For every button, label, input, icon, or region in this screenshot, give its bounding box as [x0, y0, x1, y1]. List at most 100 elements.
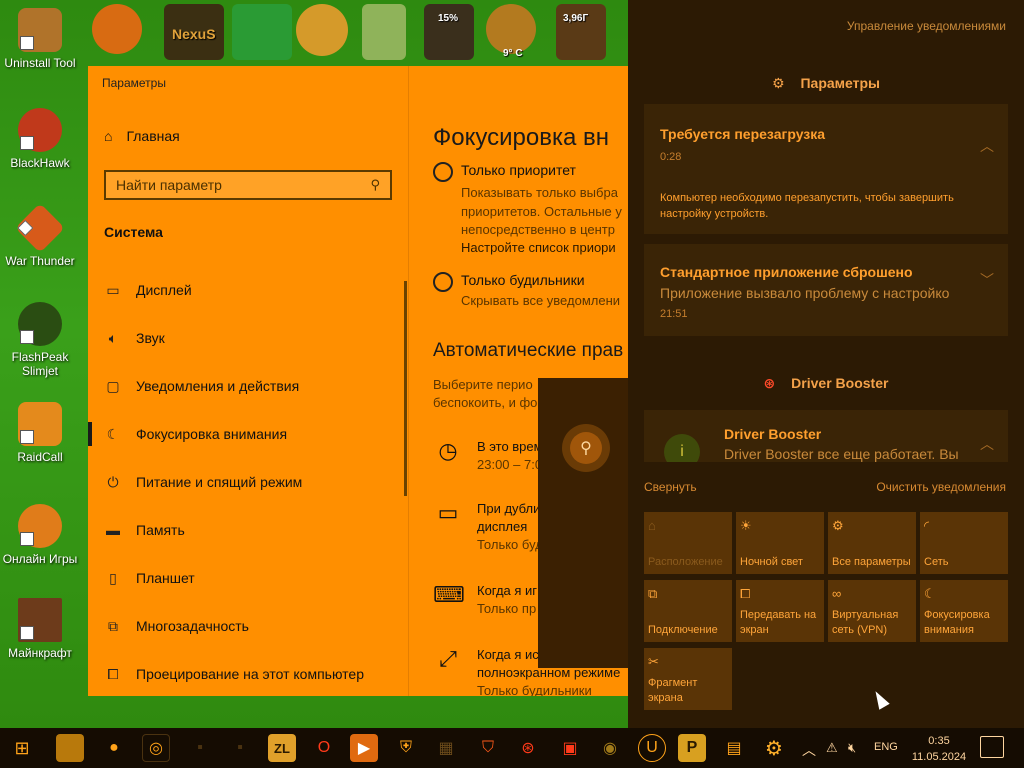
unity-icon[interactable]: U [638, 734, 666, 762]
rule-title-2: дисплея [477, 519, 528, 534]
radio-circle [433, 162, 453, 182]
search-button[interactable]: ⚲ [562, 424, 610, 472]
opera-icon[interactable]: O [310, 734, 338, 762]
settings-search-input[interactable]: Найти параметр ⚲ [104, 170, 392, 200]
nav-item-label: Планшет [136, 570, 195, 586]
nav-scrollbar[interactable] [404, 281, 407, 496]
rule-time-range[interactable]: ◷ В это врем 23:00 – 7:0 [433, 438, 543, 474]
notification-body-line: Компьютер необходимо перезапустить, чтоб… [660, 192, 954, 204]
rule-duplicating-display[interactable]: ▭ При дубли дисплея Только буд [433, 500, 543, 554]
nav-home-label: Главная [126, 128, 180, 144]
app-icon-dark-2[interactable]: ▪ [226, 734, 254, 762]
nav-home[interactable]: ⌂ Главная [104, 128, 180, 144]
chevron-up-icon[interactable]: ︿ [980, 434, 994, 454]
clock-gadget-icon[interactable] [296, 4, 348, 56]
notification-default-app-reset[interactable]: Стандартное приложение сброшено ﹀ Прилож… [644, 244, 1008, 336]
notification-restart[interactable]: Требуется перезагрузка ︿ 0:28 Компьютер … [644, 104, 1008, 234]
desktop-icon-raidcall[interactable]: RaidCall [0, 402, 80, 464]
start-button[interactable]: ⊞ [8, 734, 36, 762]
notification-title: Требуется перезагрузка [660, 126, 826, 142]
active-indicator [88, 422, 92, 446]
radio-alarms-only[interactable]: Только будильники [433, 272, 585, 292]
chrome-icon[interactable]: ◎ [142, 734, 170, 762]
clipboard-icon[interactable]: ▤ [720, 734, 748, 762]
quick-action-night-light[interactable]: ☀ Ночной свет [736, 512, 824, 574]
p-app-icon[interactable]: P [678, 734, 706, 762]
notification-center-icon[interactable] [980, 736, 1004, 758]
nav-item-notifications[interactable]: ▢ Уведомления и действия [104, 374, 394, 398]
video-recorder-icon[interactable]: ▣ [556, 734, 584, 762]
gamepad-taskbar-icon[interactable]: ◉ [596, 734, 624, 762]
zl-app-icon[interactable]: ZL [268, 734, 296, 762]
desktop-icon-slimjet[interactable]: FlashPeak Slimjet [0, 302, 80, 378]
notification-time: 0:28 [660, 151, 682, 163]
nav-item-tablet[interactable]: ▯ Планшет [104, 566, 394, 590]
quick-action-screen-snip[interactable]: ✂ Фрагмент экрана [644, 648, 732, 710]
sun-icon: ☀ [740, 518, 752, 533]
gamepad-icon: ⌨ [433, 582, 465, 607]
app-icon-dark-3[interactable]: ▦ [432, 734, 460, 762]
radio-label: Только будильники [461, 272, 585, 288]
slimjet-icon [18, 302, 62, 346]
language-indicator[interactable]: ENG [874, 741, 898, 753]
desktop-icon-online-games[interactable]: Онлайн Игры [0, 504, 80, 566]
nexus-logo-text: NexuS [172, 26, 216, 42]
notification-title: Driver Booster [724, 426, 822, 442]
chevron-up-icon[interactable]: ︿ [802, 740, 816, 760]
recycle-bin-icon[interactable] [362, 4, 406, 60]
quick-action-network[interactable]: ◜ Сеть [920, 512, 1008, 574]
rule-gaming[interactable]: ⌨ Когда я иг Только пр [433, 582, 537, 618]
radiation-icon[interactable] [92, 4, 142, 54]
nav-item-label: Проецирование на этот компьютер [136, 666, 364, 682]
desktop-icon-minecraft[interactable]: Майнкрафт [0, 598, 80, 660]
nav-item-sound[interactable]: 🔈︎ Звук [104, 326, 394, 350]
volume-muted-icon[interactable]: 🔇︎ [848, 740, 856, 756]
radio-priority-only[interactable]: Только приоритет [433, 162, 576, 182]
desktop-icon-blackhawk[interactable]: BlackHawk [0, 108, 80, 170]
quick-action-all-settings[interactable]: ⚙ Все параметры [828, 512, 916, 574]
nav-item-power[interactable]: ⏻ Питание и спящий режим [104, 470, 394, 494]
nav-item-focus-assist[interactable]: ☾ Фокусировка внимания [104, 422, 394, 446]
app-header-label: Параметры [800, 75, 880, 91]
nav-item-projecting[interactable]: ⧠ Проецирование на этот компьютер [104, 662, 394, 686]
notification-body: Driver Booster все еще работает. Вы [724, 446, 959, 462]
world-of-tanks-icon[interactable]: ⛨ [392, 734, 420, 762]
priority-list-link[interactable]: Настройте список приори [461, 240, 616, 255]
taskbar-clock[interactable]: 0:35 11.05.2024 [908, 733, 970, 765]
desktop-icon-label: BlackHawk [10, 156, 70, 170]
desktop-icon-war-thunder[interactable]: War Thunder [0, 203, 80, 268]
quick-action-vpn[interactable]: ∞ Виртуальная сеть (VPN) [828, 580, 916, 642]
project-icon: ⧠ [107, 665, 119, 682]
collapse-button[interactable]: Свернуть [644, 480, 697, 494]
fullscreen-icon: ⤢ [439, 646, 457, 671]
file-explorer-icon[interactable] [56, 734, 84, 762]
warning-icon[interactable]: ⚠ [826, 740, 838, 756]
quick-action-project[interactable]: ⧠ Передавать на экран [736, 580, 824, 642]
nav-item-multitasking[interactable]: ⧉ Многозадачность [104, 614, 394, 638]
settings-gear-icon[interactable]: ⚙ [760, 734, 788, 762]
tablet-icon: ▯ [109, 569, 117, 586]
chevron-down-icon[interactable]: ﹀ [980, 270, 994, 290]
quick-action-connect[interactable]: ⧉ Подключение [644, 580, 732, 642]
desktop-icon-uninstall-tool[interactable]: Uninstall Tool [0, 8, 80, 70]
weather-icon[interactable] [486, 4, 536, 54]
settings-nav-pane: Параметры ⌂ Главная Найти параметр ⚲ Сис… [88, 66, 408, 696]
clear-notifications-button[interactable]: Очистить уведомления [876, 480, 1006, 494]
page-title: Фокусировка вн [433, 124, 609, 151]
minecraft-icon [18, 598, 62, 642]
brave-icon[interactable]: ⛉ [474, 734, 502, 762]
driver-booster-tray-icon[interactable]: ⊛ [514, 734, 542, 762]
app-icon-dark-1[interactable]: ▪ [186, 734, 214, 762]
notification-driver-booster[interactable]: i Driver Booster Driver Booster все еще … [644, 410, 1008, 462]
nav-item-display[interactable]: ▭ Дисплей [104, 278, 394, 302]
windows-logo-icon[interactable] [232, 4, 292, 60]
rule-sub: 23:00 – 7:0 [477, 457, 543, 472]
quick-action-location[interactable]: ⌂ Расположение [644, 512, 732, 574]
quick-action-focus-assist[interactable]: ☾ Фокусировка внимания [920, 580, 1008, 642]
rule-title: В это врем [477, 439, 543, 454]
media-player-icon[interactable]: ▶ [350, 734, 378, 762]
chevron-up-icon[interactable]: ︿ [980, 136, 994, 156]
manage-notifications-link[interactable]: Управление уведомлениями [847, 19, 1006, 33]
nav-item-storage[interactable]: ▬ Память [104, 518, 394, 542]
firefox-icon[interactable]: ● [100, 734, 128, 762]
